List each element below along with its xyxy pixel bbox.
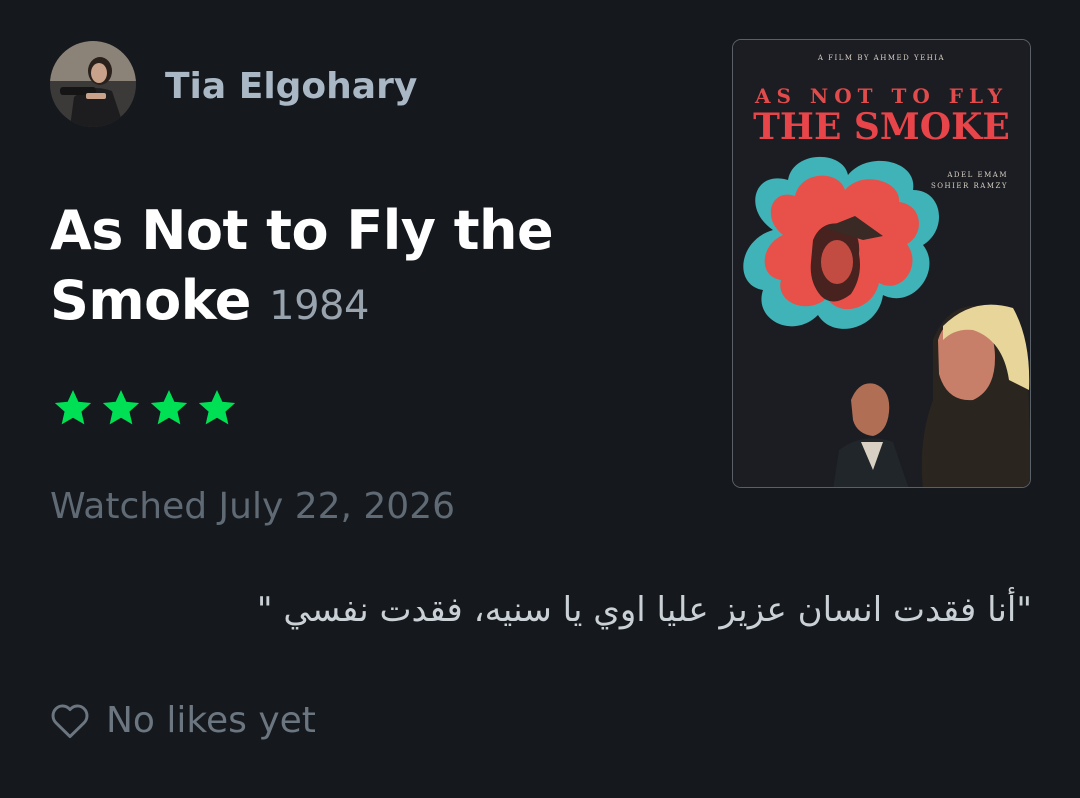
star-icon (150, 390, 188, 425)
star-icon (198, 390, 236, 425)
star-rating (50, 386, 240, 430)
review-card: Tia Elgohary As Not to Fly the Smoke 198… (0, 0, 1080, 798)
likes-label: No likes yet (106, 700, 316, 741)
user-avatar[interactable] (50, 41, 136, 127)
star-icon (54, 390, 92, 425)
poster-cast: ADEL EMAM SOHIER RAMZY (931, 170, 1008, 192)
poster-title-line2: THE SMOKE (753, 106, 1010, 148)
star-icon (102, 390, 140, 425)
watched-date: Watched July 22, 2026 (50, 486, 456, 527)
poster-director-credit: A FILM BY AHMED YEHIA (817, 54, 946, 62)
heart-outline-icon[interactable] (50, 703, 90, 739)
poster-cast-name: ADEL EMAM (947, 171, 1008, 179)
poster-cast-name: SOHIER RAMZY (931, 182, 1008, 190)
film-heading: As Not to Fly the Smoke 1984 (50, 196, 610, 341)
poster-title-line1: AS NOT TO FLY (755, 84, 1008, 108)
avatar-photo (50, 41, 136, 127)
likes-row[interactable]: No likes yet (50, 700, 316, 741)
username[interactable]: Tia Elgohary (165, 66, 417, 107)
film-year[interactable]: 1984 (269, 283, 369, 329)
review-text: "أنا فقدت انسان عزيز عليا اوي يا سنيه، ف… (256, 590, 1032, 630)
film-poster[interactable]: A FILM BY AHMED YEHIA AS NOT TO FLY THE … (732, 39, 1031, 488)
